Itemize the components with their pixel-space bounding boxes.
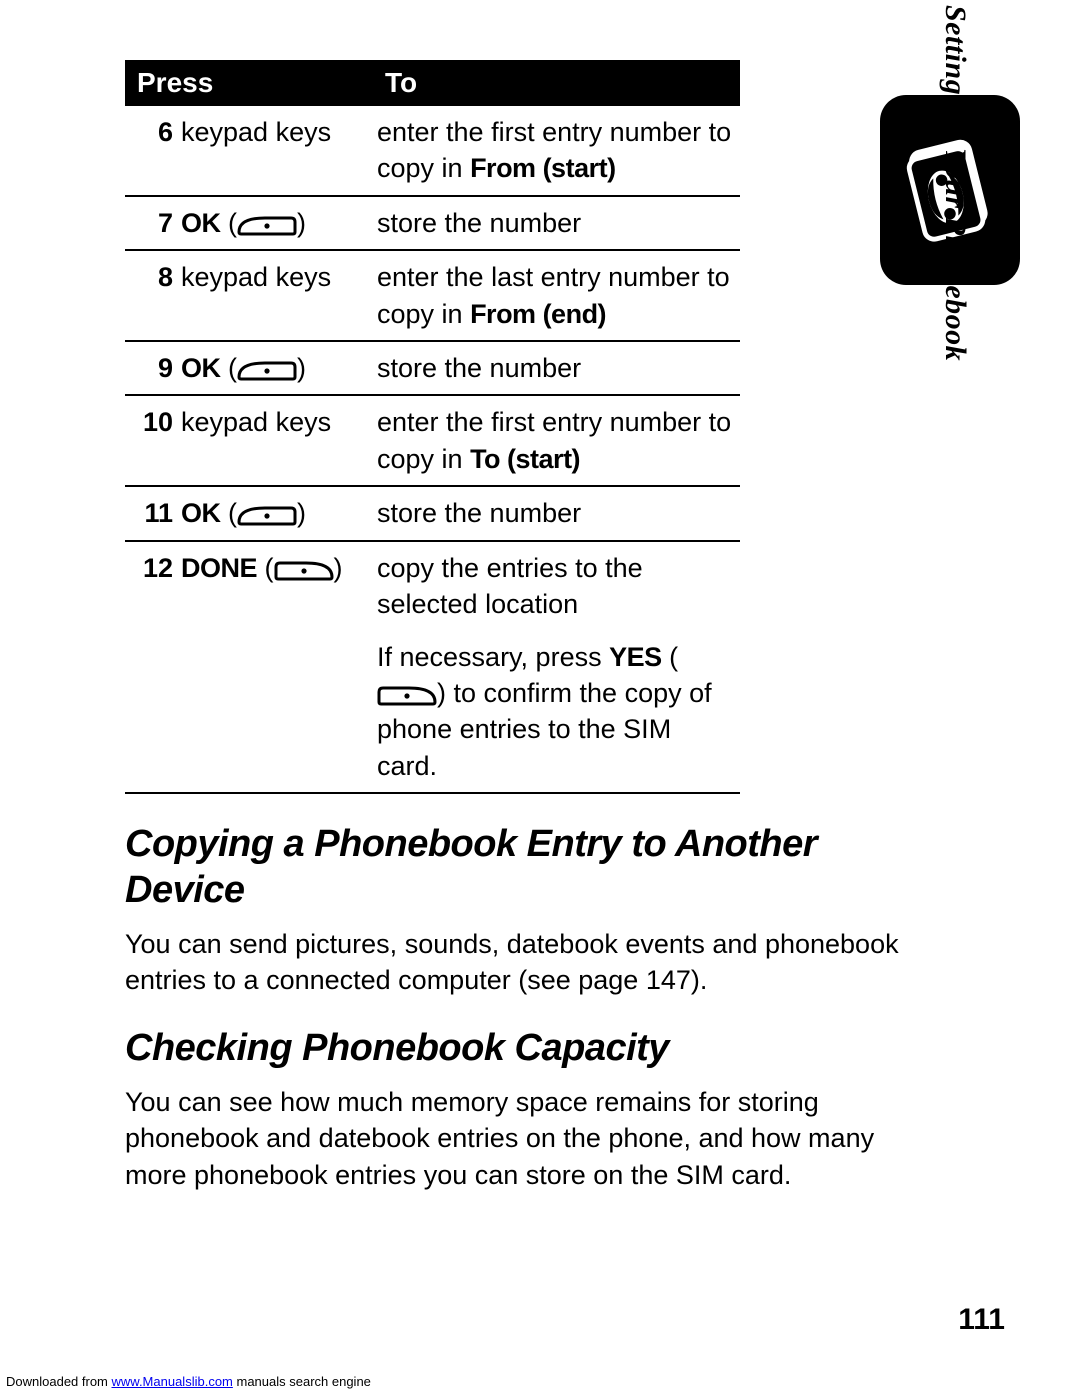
press-plain: keypad keys bbox=[181, 262, 331, 292]
to-text-pre: store the number bbox=[377, 353, 581, 383]
press-plain: keypad keys bbox=[181, 407, 331, 437]
to-cell: copy the entries to the selected locatio… bbox=[373, 541, 740, 631]
note-pre: If necessary, press bbox=[377, 642, 609, 672]
paragraph-copy-entry: You can send pictures, sounds, datebook … bbox=[125, 926, 935, 999]
press-to-table: Press To 6 keypad keys enter the first e… bbox=[125, 60, 740, 794]
step-number: 8 bbox=[125, 250, 177, 341]
press-plain: keypad keys bbox=[181, 117, 331, 147]
note-mid: ( bbox=[662, 642, 679, 672]
section-side-label: Setting Up Your Phonebook bbox=[938, 5, 972, 335]
softkey-right-icon bbox=[274, 559, 334, 581]
to-text-cond: To (start) bbox=[470, 444, 580, 474]
step-number: 12 bbox=[125, 541, 177, 631]
softkey-left-icon bbox=[237, 504, 297, 526]
note-yes: YES bbox=[609, 642, 662, 672]
table-row: 12 DONE () copy the entries to the selec… bbox=[125, 541, 740, 631]
press-label: OK bbox=[181, 498, 221, 528]
softkey-left-icon bbox=[237, 359, 297, 381]
col-header-to: To bbox=[373, 60, 740, 106]
to-cell: enter the first entry number to copy in … bbox=[373, 106, 740, 196]
press-label: DONE bbox=[181, 553, 257, 583]
table-row: 11 OK () store the number bbox=[125, 486, 740, 540]
to-cell: enter the last entry number to copy in F… bbox=[373, 250, 740, 341]
to-cell-note: If necessary, press YES () to confirm th… bbox=[373, 631, 740, 794]
to-text-pre: copy the entries to the selected locatio… bbox=[377, 553, 643, 619]
press-cell: keypad keys bbox=[177, 395, 373, 486]
table-row: 9 OK () store the number bbox=[125, 341, 740, 395]
paragraph-check-capacity: You can see how much memory space remain… bbox=[125, 1084, 935, 1193]
press-label: OK bbox=[181, 353, 221, 383]
to-text-pre: store the number bbox=[377, 498, 581, 528]
footer-link[interactable]: www.Manualslib.com bbox=[112, 1374, 233, 1389]
heading-copy-entry: Copying a Phonebook Entry to Another Dev… bbox=[125, 822, 825, 913]
table-row-note: If necessary, press YES () to confirm th… bbox=[125, 631, 740, 794]
to-text-pre: store the number bbox=[377, 208, 581, 238]
press-cell: keypad keys bbox=[177, 250, 373, 341]
table-row: 7 OK () store the number bbox=[125, 196, 740, 250]
to-cell: store the number bbox=[373, 196, 740, 250]
to-cell: store the number bbox=[373, 486, 740, 540]
press-label: OK bbox=[181, 208, 221, 238]
press-cell: OK () bbox=[177, 341, 373, 395]
step-number: 6 bbox=[125, 106, 177, 196]
press-cell: OK () bbox=[177, 486, 373, 540]
to-cell: store the number bbox=[373, 341, 740, 395]
to-cell: enter the first entry number to copy in … bbox=[373, 395, 740, 486]
press-cell: DONE () bbox=[177, 541, 373, 631]
footer-pre: Downloaded from bbox=[6, 1374, 112, 1389]
softkey-left-icon bbox=[237, 214, 297, 236]
table-row: 8 keypad keys enter the last entry numbe… bbox=[125, 250, 740, 341]
step-number: 7 bbox=[125, 196, 177, 250]
step-number: 11 bbox=[125, 486, 177, 540]
press-cell: OK () bbox=[177, 196, 373, 250]
step-number: 9 bbox=[125, 341, 177, 395]
col-header-press: Press bbox=[125, 60, 373, 106]
footer-post: manuals search engine bbox=[233, 1374, 371, 1389]
step-number: 10 bbox=[125, 395, 177, 486]
footer: Downloaded from www.Manualslib.com manua… bbox=[6, 1374, 371, 1389]
heading-check-capacity: Checking Phonebook Capacity bbox=[125, 1026, 825, 1072]
page-number: 111 bbox=[958, 1303, 1005, 1337]
softkey-right-icon bbox=[377, 684, 437, 706]
to-text-cond: From (end) bbox=[470, 299, 606, 329]
table-row: 10 keypad keys enter the first entry num… bbox=[125, 395, 740, 486]
table-row: 6 keypad keys enter the first entry numb… bbox=[125, 106, 740, 196]
press-cell: keypad keys bbox=[177, 106, 373, 196]
to-text-cond: From (start) bbox=[470, 153, 616, 183]
